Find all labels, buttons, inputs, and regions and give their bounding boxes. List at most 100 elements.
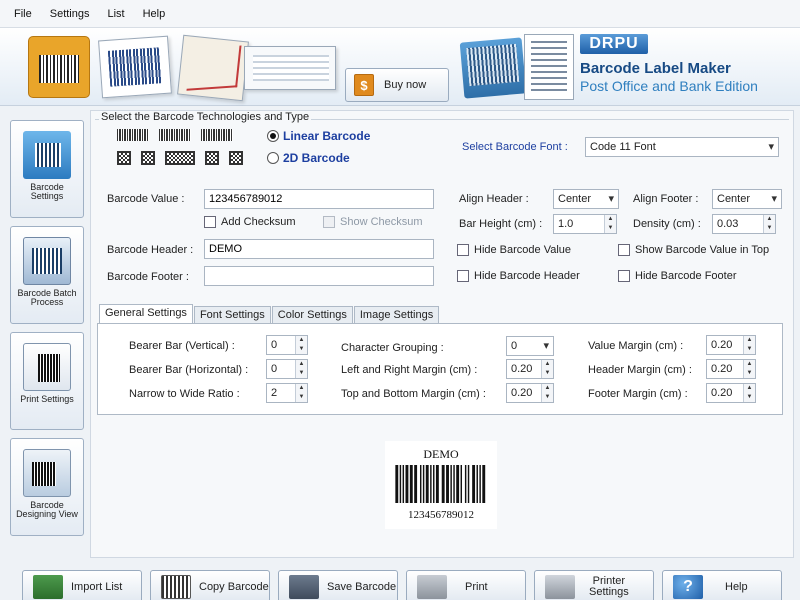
shopping-bag-barcode-icon — [28, 36, 90, 98]
value-margin-spinner[interactable]: 0.20 ▲ ▼ — [706, 335, 756, 355]
value-margin-label: Value Margin (cm) : — [588, 340, 684, 352]
envelope-icon — [177, 34, 249, 102]
bar-height-spinner[interactable]: 1.0 ▲ ▼ — [553, 214, 617, 234]
narrow-wide-ratio-label: Narrow to Wide Ratio : — [129, 388, 240, 400]
left-right-margin-label: Left and Right Margin (cm) : — [341, 364, 478, 376]
align-footer-select[interactable]: Center — [712, 189, 782, 209]
tab-color-settings[interactable]: Color Settings — [271, 306, 353, 324]
help-button[interactable]: ? Help — [662, 570, 782, 600]
linear-barcode-label: Linear Barcode — [283, 129, 371, 143]
save-barcode-button[interactable]: Save Barcode — [278, 570, 398, 600]
printer-settings-button[interactable]: Printer Settings — [534, 570, 654, 600]
printer-settings-icon — [545, 575, 575, 599]
preview-barcode-bars — [395, 465, 486, 503]
barcode-value-label: Barcode Value : — [107, 193, 185, 205]
hide-barcode-footer-checkbox[interactable]: Hide Barcode Footer — [618, 270, 737, 282]
twod-barcode-types — [117, 151, 243, 165]
spinner-arrows-icon[interactable]: ▲ ▼ — [295, 336, 307, 354]
hide-barcode-value-checkbox[interactable]: Hide Barcode Value — [457, 244, 571, 256]
twod-type-3[interactable] — [165, 151, 195, 165]
twod-type-4[interactable] — [205, 151, 219, 165]
font-select-label: Select Barcode Font : — [462, 141, 568, 153]
spinner-arrows-icon[interactable]: ▲ ▼ — [743, 336, 755, 354]
spinner-arrows-icon[interactable]: ▲ ▼ — [763, 215, 775, 233]
save-icon — [289, 575, 319, 599]
spinner-arrows-icon[interactable]: ▲ ▼ — [743, 384, 755, 402]
add-checksum-checkbox[interactable]: Add Checksum — [204, 216, 296, 228]
twod-barcode-radio[interactable]: 2D Barcode — [267, 151, 350, 165]
spinner-arrows-icon[interactable]: ▲ ▼ — [295, 360, 307, 378]
twod-type-2[interactable] — [141, 151, 155, 165]
dollar-icon: $ — [354, 74, 374, 96]
folder-icon — [459, 37, 527, 99]
checkbox-icon — [618, 244, 630, 256]
sidebar-item-designing-view[interactable]: Barcode Designing View — [10, 438, 84, 536]
spinner-arrows-icon[interactable]: ▲ ▼ — [295, 384, 307, 402]
show-checksum-checkbox[interactable]: Show Checksum — [323, 216, 423, 228]
linear-type-3[interactable] — [201, 129, 233, 141]
bearer-horizontal-spinner[interactable]: 0 ▲ ▼ — [266, 359, 308, 379]
linear-type-2[interactable] — [159, 129, 191, 141]
general-settings-panel: Bearer Bar (Vertical) : 0 ▲ ▼ Bearer Bar … — [97, 323, 783, 415]
linear-barcode-radio[interactable]: Linear Barcode — [267, 129, 370, 143]
menu-help[interactable]: Help — [143, 8, 166, 20]
barcode-tag-icon — [98, 35, 172, 99]
top-bottom-margin-label: Top and Bottom Margin (cm) : — [341, 388, 486, 400]
bearer-vertical-label: Bearer Bar (Vertical) : — [129, 340, 235, 352]
print-button[interactable]: Print — [406, 570, 526, 600]
product-title: Barcode Label Maker — [580, 60, 731, 77]
header-margin-spinner[interactable]: 0.20 ▲ ▼ — [706, 359, 756, 379]
menu-list[interactable]: List — [107, 8, 124, 20]
linear-type-1[interactable] — [117, 129, 149, 141]
left-right-margin-spinner[interactable]: 0.20 ▲ ▼ — [506, 359, 554, 379]
barcode-value-input[interactable] — [204, 189, 434, 209]
spinner-arrows-icon[interactable]: ▲ ▼ — [743, 360, 755, 378]
spinner-arrows-icon[interactable]: ▲ ▼ — [541, 360, 553, 378]
sidebar-item-barcode-settings[interactable]: Barcode Settings — [10, 120, 84, 218]
preview-header: DEMO — [423, 447, 459, 461]
sidebar-item-label: Barcode Settings — [30, 182, 64, 201]
barcode-preview: DEMO 123456789012 — [385, 441, 497, 529]
header-banner: $ Buy now DRPU Barcode Label Maker Post … — [0, 28, 800, 106]
sidebar-item-label: Barcode Designing View — [16, 500, 78, 519]
spinner-arrows-icon[interactable]: ▲ ▼ — [604, 215, 616, 233]
batch-process-icon — [23, 237, 71, 285]
barcode-font-select[interactable]: Code 11 Font — [585, 137, 779, 157]
tab-font-settings[interactable]: Font Settings — [193, 306, 271, 324]
radio-unselected-icon — [267, 152, 279, 164]
product-edition: Post Office and Bank Edition — [580, 78, 758, 94]
bank-cheque-icon — [244, 46, 336, 90]
tab-image-settings[interactable]: Image Settings — [353, 306, 440, 324]
print-settings-icon — [23, 343, 71, 391]
barcode-header-input[interactable] — [204, 239, 434, 259]
copy-barcode-icon — [161, 575, 191, 599]
narrow-wide-ratio-spinner[interactable]: 2 ▲ ▼ — [266, 383, 308, 403]
import-list-button[interactable]: Import List — [22, 570, 142, 600]
footer-margin-spinner[interactable]: 0.20 ▲ ▼ — [706, 383, 756, 403]
menu-settings[interactable]: Settings — [50, 8, 90, 20]
hide-barcode-header-checkbox[interactable]: Hide Barcode Header — [457, 270, 580, 282]
spinner-arrows-icon[interactable]: ▲ ▼ — [541, 384, 553, 402]
twod-type-5[interactable] — [229, 151, 243, 165]
twod-type-1[interactable] — [117, 151, 131, 165]
settings-tabs: General Settings Font Settings Color Set… — [99, 304, 440, 324]
linear-barcode-types — [117, 129, 233, 141]
barcode-footer-label: Barcode Footer : — [107, 271, 189, 283]
tab-general-settings[interactable]: General Settings — [99, 304, 193, 324]
align-header-select[interactable]: Center — [553, 189, 619, 209]
show-value-top-checkbox[interactable]: Show Barcode Value in Top — [618, 244, 769, 256]
bearer-vertical-spinner[interactable]: 0 ▲ ▼ — [266, 335, 308, 355]
barcode-settings-icon — [23, 131, 71, 179]
sidebar-item-batch-process[interactable]: Barcode Batch Process — [10, 226, 84, 324]
copy-barcode-button[interactable]: Copy Barcode — [150, 570, 270, 600]
help-icon: ? — [673, 575, 703, 599]
buy-now-button[interactable]: $ Buy now — [345, 68, 449, 102]
character-grouping-select[interactable]: 0 — [506, 336, 554, 356]
top-bottom-margin-spinner[interactable]: 0.20 ▲ ▼ — [506, 383, 554, 403]
menu-bar: File Settings List Help — [0, 0, 800, 28]
density-spinner[interactable]: 0.03 ▲ ▼ — [712, 214, 776, 234]
menu-file[interactable]: File — [14, 8, 32, 20]
align-header-label: Align Header : — [459, 193, 529, 205]
sidebar-item-print-settings[interactable]: Print Settings — [10, 332, 84, 430]
barcode-footer-input[interactable] — [204, 266, 434, 286]
